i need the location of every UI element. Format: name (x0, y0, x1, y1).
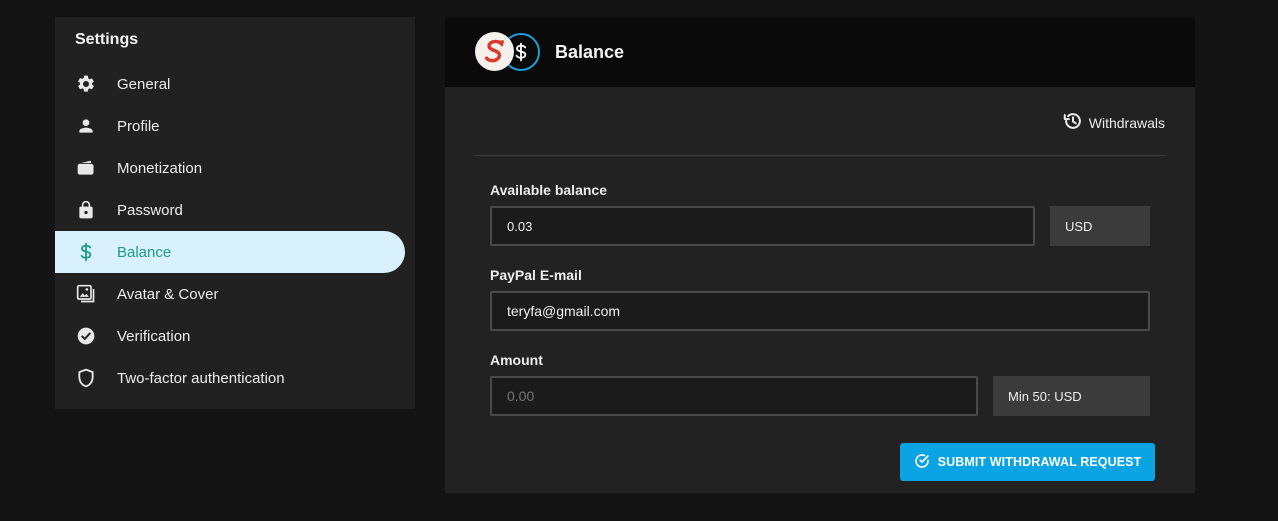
sidebar-item-label: Two-factor authentication (117, 369, 285, 387)
withdrawals-label: Withdrawals (1088, 114, 1165, 131)
sidebar-item-label: Balance (117, 243, 172, 261)
panel-header: Balance (445, 17, 1195, 87)
amount-label: Amount (490, 352, 543, 368)
sidebar-item-label: Profile (117, 117, 160, 135)
lock-icon (75, 200, 97, 220)
submit-label: SUBMIT WITHDRAWAL REQUEST (937, 455, 1142, 469)
withdrawals-link[interactable]: Withdrawals (1062, 110, 1165, 135)
available-balance-label: Available balance (490, 182, 607, 198)
sidebar-item-label: Monetization (117, 159, 203, 177)
gear-icon (75, 74, 97, 94)
person-icon (75, 116, 97, 136)
min-amount-addon: Min 50: USD (993, 376, 1150, 416)
history-icon (1062, 110, 1084, 135)
currency-addon: USD (1050, 206, 1150, 246)
sidebar-item-password[interactable]: Password (55, 189, 405, 231)
paypal-email-field[interactable]: teryfa@gmail.com (490, 291, 1150, 331)
paypal-email-label: PayPal E-mail (490, 267, 582, 283)
sidebar-item-monetization[interactable]: Monetization (55, 147, 405, 189)
settings-menu: General Profile Monetization Password Ba (55, 63, 415, 399)
sidebar-item-label: Verification (117, 327, 191, 345)
available-balance-field[interactable]: 0.03 (490, 206, 1035, 246)
submit-withdrawal-button[interactable]: SUBMIT WITHDRAWAL REQUEST (900, 443, 1155, 481)
sidebar-item-general[interactable]: General (55, 63, 405, 105)
check-circle-icon (914, 453, 930, 472)
sidebar-item-label: General (117, 75, 171, 93)
sidebar-title: Settings (75, 31, 139, 48)
sidebar-item-balance[interactable]: Balance (55, 231, 405, 273)
sidebar-item-two-factor[interactable]: Two-factor authentication (55, 357, 405, 399)
sidebar-item-verification[interactable]: Verification (55, 315, 405, 357)
sidebar-item-label: Password (117, 201, 183, 219)
sidebar-item-avatar-cover[interactable]: Avatar & Cover (55, 273, 405, 315)
sidebar-item-profile[interactable]: Profile (55, 105, 405, 147)
site-logo (475, 32, 514, 71)
images-icon (75, 284, 97, 304)
check-circle-icon (75, 326, 97, 346)
settings-sidebar: Settings General Profile Monetization Pa… (55, 17, 415, 409)
amount-input[interactable]: 0.00 (490, 376, 978, 416)
dollar-icon (75, 242, 97, 262)
divider (475, 155, 1165, 156)
wallet-icon (75, 158, 97, 178)
page-title: Balance (555, 42, 625, 62)
balance-panel: Balance Withdrawals Available balance 0.… (445, 17, 1195, 493)
shield-icon (75, 368, 97, 388)
sidebar-item-label: Avatar & Cover (117, 285, 219, 303)
